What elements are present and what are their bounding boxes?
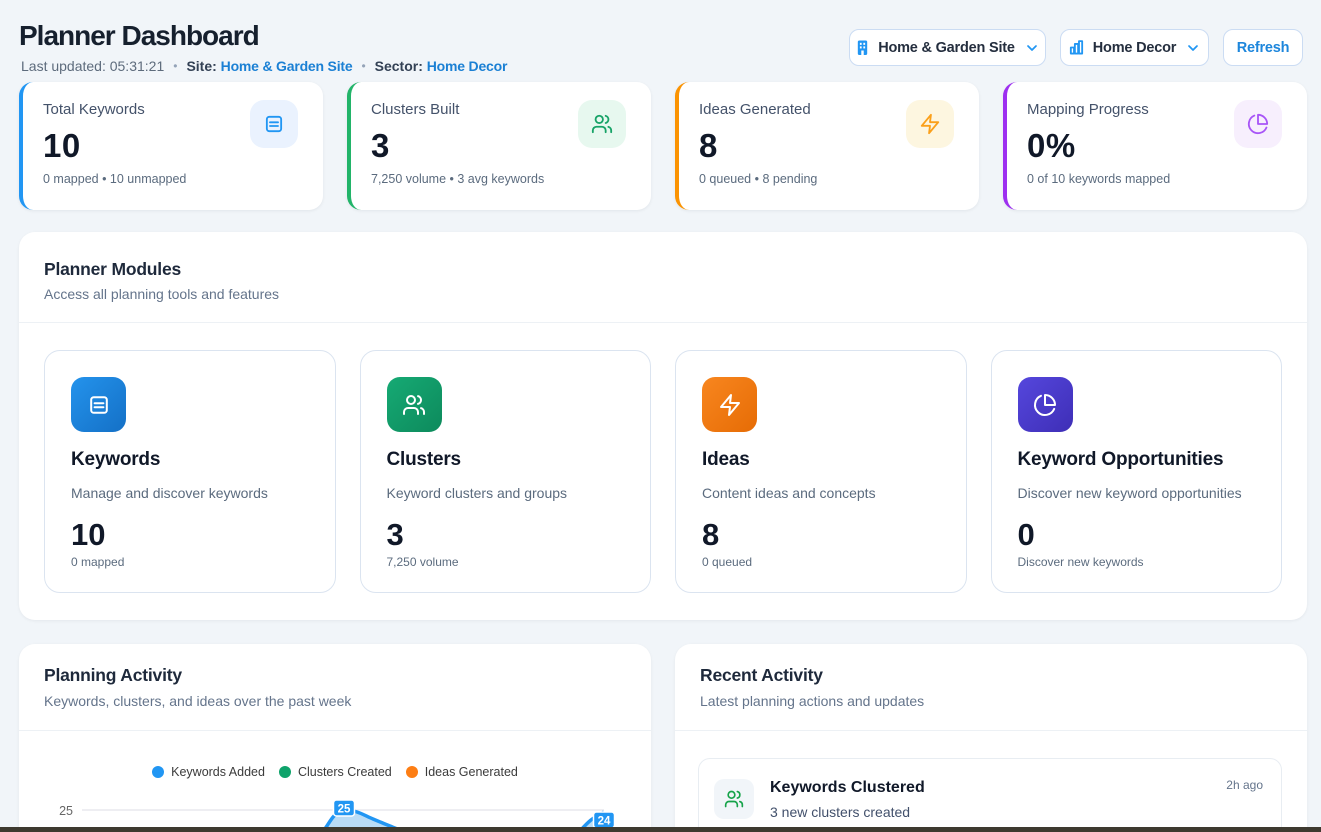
svg-text:24: 24: [598, 816, 611, 828]
svg-text:25: 25: [338, 804, 351, 816]
svg-text:25: 25: [59, 804, 73, 818]
